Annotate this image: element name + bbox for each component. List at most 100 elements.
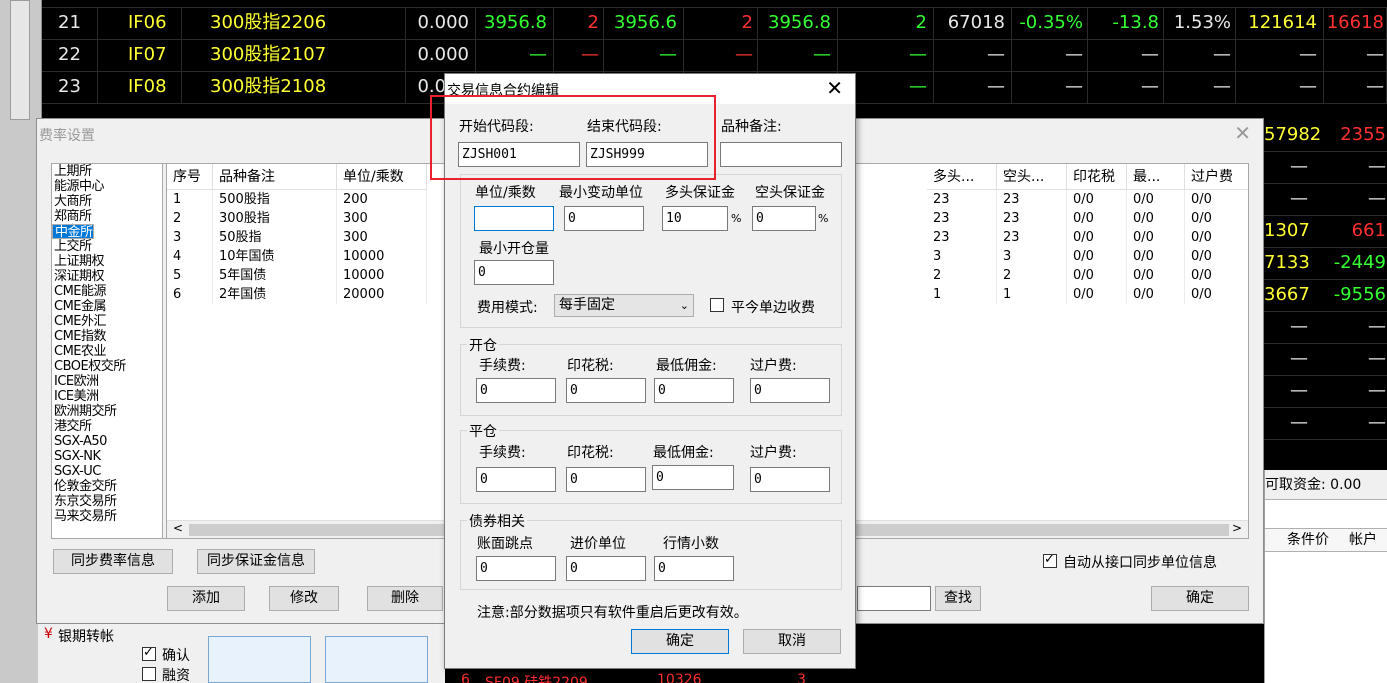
- edit-ok-button[interactable]: 确定: [631, 629, 729, 654]
- grid-cell-unit[interactable]: 10000: [337, 247, 427, 266]
- grid-cell-name[interactable]: 10年国债: [213, 247, 337, 266]
- scroll-right-icon[interactable]: >: [1232, 521, 1242, 535]
- quote-row-partial[interactable]: — —: [1264, 152, 1387, 184]
- exchange-item[interactable]: CBOE权交所: [52, 359, 162, 374]
- close-fee-input[interactable]: 0: [476, 467, 556, 492]
- close-min-comm-input[interactable]: 0: [652, 465, 734, 490]
- min-tick-input[interactable]: 0: [564, 206, 644, 231]
- grid-cell-stamp[interactable]: 0/0: [1067, 190, 1127, 209]
- sync-margin-button[interactable]: 同步保证金信息: [197, 549, 315, 574]
- confirm-checkbox[interactable]: [142, 645, 156, 661]
- quote-row-partial[interactable]: — —: [1264, 344, 1387, 376]
- exchange-item[interactable]: 伦敦金交所: [52, 479, 162, 494]
- exchange-item[interactable]: CME金属: [52, 299, 162, 314]
- grid-cell-min[interactable]: 0/0: [1127, 266, 1185, 285]
- search-input[interactable]: [857, 586, 931, 611]
- grid-cell-long[interactable]: 3: [927, 247, 997, 266]
- min-open-input[interactable]: 0: [474, 260, 554, 285]
- grid-header[interactable]: 最...: [1127, 164, 1185, 190]
- grid-cell-stamp[interactable]: 0/0: [1067, 285, 1127, 304]
- exchange-list[interactable]: 上期所能源中心大商所郑商所中金所深交所上交所上证期权深证期权CME能源CME金属…: [51, 163, 163, 539]
- grid-cell-short[interactable]: 2: [997, 266, 1067, 285]
- long-margin-input[interactable]: 10: [662, 206, 728, 231]
- grid-cell-long[interactable]: 23: [927, 209, 997, 228]
- exchange-item[interactable]: CME农业: [52, 344, 162, 359]
- grid-cell-transfer[interactable]: 0/0: [1185, 190, 1248, 209]
- quote-row-partial[interactable]: 1307 661: [1264, 216, 1387, 248]
- buy-button[interactable]: [208, 636, 311, 683]
- price-unit-input[interactable]: 0: [566, 556, 646, 581]
- exchange-item[interactable]: SGX-A50: [52, 434, 162, 449]
- exchange-item[interactable]: 上期所: [52, 164, 162, 179]
- quote-row[interactable]: 21 IF06 300股指2206 0.000 3956.8 2 3956.6 2 3956.8…: [42, 8, 1387, 40]
- grid-cell-no[interactable]: 5: [167, 266, 213, 285]
- exchange-item[interactable]: 能源中心: [52, 179, 162, 194]
- bank-transfer-link[interactable]: 银期转帐: [58, 626, 114, 646]
- close-transfer-input[interactable]: 0: [750, 467, 830, 492]
- grid-cell-long[interactable]: 23: [927, 190, 997, 209]
- exchange-item[interactable]: SGX-NK: [52, 449, 162, 464]
- grid-header[interactable]: 空头...: [997, 164, 1067, 190]
- quote-row-partial[interactable]: — —: [1264, 408, 1387, 440]
- quote-decimal-input[interactable]: 0: [654, 556, 734, 581]
- modify-button[interactable]: 修改: [269, 586, 339, 611]
- grid-cell-name[interactable]: 500股指: [213, 190, 337, 209]
- delete-button[interactable]: 删除: [367, 586, 443, 611]
- grid-cell-min[interactable]: 0/0: [1127, 228, 1185, 247]
- grid-cell-name[interactable]: 300股指: [213, 209, 337, 228]
- grid-cell-long[interactable]: 1: [927, 285, 997, 304]
- grid-cell-unit[interactable]: 20000: [337, 285, 427, 304]
- grid-header[interactable]: 单位/乘数: [337, 164, 427, 190]
- fee-mode-select[interactable]: 每手固定 ⌄: [554, 294, 694, 317]
- grid-cell-min[interactable]: 0/0: [1127, 190, 1185, 209]
- open-transfer-input[interactable]: 0: [750, 378, 830, 403]
- grid-cell-short[interactable]: 23: [997, 228, 1067, 247]
- grid-cell-min[interactable]: 0/0: [1127, 209, 1185, 228]
- face-tick-input[interactable]: 0: [476, 556, 556, 581]
- grid-cell-name[interactable]: 50股指: [213, 228, 337, 247]
- open-stamp-input[interactable]: 0: [566, 378, 646, 403]
- unit-input[interactable]: [474, 206, 554, 231]
- grid-cell-short[interactable]: 1: [997, 285, 1067, 304]
- exchange-item[interactable]: 欧洲期交所: [52, 404, 162, 419]
- exchange-item[interactable]: 东京交易所: [52, 494, 162, 509]
- grid-cell-long[interactable]: 2: [927, 266, 997, 285]
- exchange-item[interactable]: 大商所: [52, 194, 162, 209]
- auto-sync-checkbox[interactable]: [1043, 552, 1057, 568]
- grid-cell-stamp[interactable]: 0/0: [1067, 228, 1127, 247]
- grid-cell-long[interactable]: 23: [927, 228, 997, 247]
- exchange-item[interactable]: 上交所: [52, 239, 162, 254]
- grid-cell-no[interactable]: 3: [167, 228, 213, 247]
- short-margin-input[interactable]: 0: [752, 206, 816, 231]
- grid-header[interactable]: 品种备注: [213, 164, 337, 190]
- grid-header[interactable]: 多头...: [927, 164, 997, 190]
- grid-cell-transfer[interactable]: 0/0: [1185, 209, 1248, 228]
- grid-cell-stamp[interactable]: 0/0: [1067, 247, 1127, 266]
- edit-cancel-button[interactable]: 取消: [743, 629, 841, 654]
- grid-header[interactable]: 印花税: [1067, 164, 1127, 190]
- quote-row-partial[interactable]: 3667 -9556: [1264, 280, 1387, 312]
- remark-input[interactable]: [720, 142, 842, 167]
- sell-button[interactable]: [325, 636, 428, 683]
- exchange-item[interactable]: CME能源: [52, 284, 162, 299]
- quote-row[interactable]: 22 IF07 300股指2107 0.000— — — — — — — — — — — —: [42, 40, 1387, 72]
- sync-fee-button[interactable]: 同步费率信息: [53, 549, 173, 574]
- search-button[interactable]: 查找: [935, 586, 981, 611]
- grid-cell-stamp[interactable]: 0/0: [1067, 209, 1127, 228]
- exchange-item[interactable]: 郑商所: [52, 209, 162, 224]
- one-side-fee-checkbox[interactable]: [710, 298, 724, 312]
- open-fee-input[interactable]: 0: [476, 378, 556, 403]
- grid-cell-transfer[interactable]: 0/0: [1185, 285, 1248, 304]
- grid-cell-unit[interactable]: 10000: [337, 266, 427, 285]
- add-button[interactable]: 添加: [167, 586, 245, 611]
- fee-ok-button[interactable]: 确定: [1151, 586, 1249, 611]
- grid-cell-short[interactable]: 3: [997, 247, 1067, 266]
- grid-cell-min[interactable]: 0/0: [1127, 285, 1185, 304]
- open-min-comm-input[interactable]: 0: [654, 378, 734, 403]
- close-icon[interactable]: ✕: [826, 76, 843, 100]
- exchange-item[interactable]: 中金所: [52, 224, 94, 240]
- quote-row-partial[interactable]: 7133 -2449: [1264, 248, 1387, 280]
- exchange-item[interactable]: 上证期权: [52, 254, 162, 269]
- quote-row-partial[interactable]: — —: [1264, 184, 1387, 216]
- grid-cell-no[interactable]: 6: [167, 285, 213, 304]
